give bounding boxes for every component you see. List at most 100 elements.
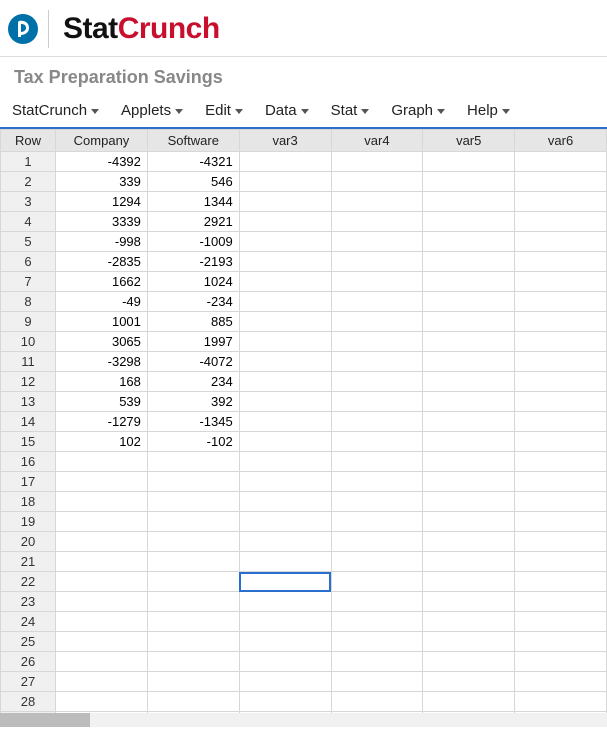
data-cell[interactable] — [423, 672, 515, 692]
data-cell[interactable] — [239, 272, 331, 292]
data-cell[interactable] — [515, 312, 607, 332]
data-cell[interactable] — [56, 552, 148, 572]
data-cell[interactable] — [515, 692, 607, 712]
data-cell[interactable] — [147, 672, 239, 692]
data-cell[interactable]: -2835 — [56, 252, 148, 272]
data-cell[interactable]: 392 — [147, 392, 239, 412]
data-cell[interactable] — [423, 392, 515, 412]
data-cell[interactable]: 2921 — [147, 212, 239, 232]
row-number[interactable]: 2 — [1, 172, 56, 192]
data-cell[interactable]: -3298 — [56, 352, 148, 372]
data-cell[interactable] — [515, 532, 607, 552]
data-cell[interactable] — [423, 332, 515, 352]
row-number[interactable]: 27 — [1, 672, 56, 692]
data-cell[interactable] — [423, 652, 515, 672]
data-cell[interactable] — [423, 212, 515, 232]
data-cell[interactable] — [331, 332, 423, 352]
row-number[interactable]: 12 — [1, 372, 56, 392]
row-number[interactable]: 15 — [1, 432, 56, 452]
data-cell[interactable] — [147, 692, 239, 712]
data-cell[interactable] — [239, 192, 331, 212]
data-cell[interactable] — [147, 452, 239, 472]
column-header[interactable]: var5 — [423, 130, 515, 152]
row-number[interactable]: 4 — [1, 212, 56, 232]
data-cell[interactable] — [423, 512, 515, 532]
data-cell[interactable] — [239, 332, 331, 352]
data-cell[interactable] — [423, 292, 515, 312]
data-cell[interactable] — [56, 692, 148, 712]
data-cell[interactable]: 339 — [56, 172, 148, 192]
data-cell[interactable] — [147, 632, 239, 652]
data-cell[interactable] — [515, 652, 607, 672]
data-cell[interactable] — [331, 152, 423, 172]
row-number[interactable]: 26 — [1, 652, 56, 672]
data-cell[interactable] — [331, 572, 423, 592]
data-cell[interactable] — [147, 572, 239, 592]
data-cell[interactable] — [239, 612, 331, 632]
data-cell[interactable] — [147, 652, 239, 672]
data-cell[interactable] — [331, 672, 423, 692]
data-cell[interactable] — [147, 492, 239, 512]
data-cell[interactable]: -234 — [147, 292, 239, 312]
data-cell[interactable] — [331, 312, 423, 332]
row-number[interactable]: 8 — [1, 292, 56, 312]
data-cell[interactable] — [423, 572, 515, 592]
data-cell[interactable]: 546 — [147, 172, 239, 192]
data-cell[interactable] — [331, 252, 423, 272]
data-cell[interactable] — [515, 452, 607, 472]
data-cell[interactable] — [56, 452, 148, 472]
data-cell[interactable]: 168 — [56, 372, 148, 392]
data-cell[interactable] — [331, 412, 423, 432]
data-cell[interactable] — [423, 492, 515, 512]
data-cell[interactable] — [423, 352, 515, 372]
data-cell[interactable] — [331, 232, 423, 252]
row-number[interactable]: 1 — [1, 152, 56, 172]
data-cell[interactable] — [147, 512, 239, 532]
data-cell[interactable] — [423, 452, 515, 472]
row-number[interactable]: 25 — [1, 632, 56, 652]
data-cell[interactable] — [515, 232, 607, 252]
data-cell[interactable] — [239, 392, 331, 412]
data-cell[interactable]: 885 — [147, 312, 239, 332]
data-cell[interactable]: -4392 — [56, 152, 148, 172]
data-cell[interactable] — [56, 472, 148, 492]
data-cell[interactable] — [239, 152, 331, 172]
data-cell[interactable] — [331, 492, 423, 512]
data-cell[interactable] — [423, 412, 515, 432]
data-cell[interactable] — [423, 232, 515, 252]
data-cell[interactable] — [331, 272, 423, 292]
row-number[interactable]: 17 — [1, 472, 56, 492]
menu-statcrunch[interactable]: StatCrunch — [12, 102, 99, 119]
data-cell[interactable] — [515, 672, 607, 692]
data-cell[interactable] — [331, 512, 423, 532]
horizontal-scrollbar[interactable] — [0, 713, 607, 727]
data-cell[interactable] — [56, 672, 148, 692]
row-number[interactable]: 21 — [1, 552, 56, 572]
data-cell[interactable] — [239, 372, 331, 392]
data-cell[interactable] — [331, 652, 423, 672]
data-cell[interactable]: 3339 — [56, 212, 148, 232]
row-number[interactable]: 9 — [1, 312, 56, 332]
data-cell[interactable] — [423, 632, 515, 652]
data-cell[interactable] — [239, 592, 331, 612]
data-cell[interactable] — [331, 592, 423, 612]
data-cell[interactable] — [331, 692, 423, 712]
menu-help[interactable]: Help — [467, 102, 510, 119]
data-cell[interactable] — [56, 612, 148, 632]
data-cell[interactable] — [515, 612, 607, 632]
data-cell[interactable] — [515, 172, 607, 192]
data-cell[interactable] — [239, 492, 331, 512]
data-cell[interactable]: -102 — [147, 432, 239, 452]
data-cell[interactable] — [423, 372, 515, 392]
data-cell[interactable] — [239, 292, 331, 312]
data-cell[interactable] — [515, 472, 607, 492]
data-cell[interactable]: 234 — [147, 372, 239, 392]
data-cell[interactable]: -4321 — [147, 152, 239, 172]
data-cell[interactable] — [147, 592, 239, 612]
row-number[interactable]: 24 — [1, 612, 56, 632]
data-cell[interactable] — [56, 532, 148, 552]
row-number[interactable]: 10 — [1, 332, 56, 352]
row-number[interactable]: 16 — [1, 452, 56, 472]
data-cell[interactable] — [239, 652, 331, 672]
data-cell[interactable] — [331, 352, 423, 372]
